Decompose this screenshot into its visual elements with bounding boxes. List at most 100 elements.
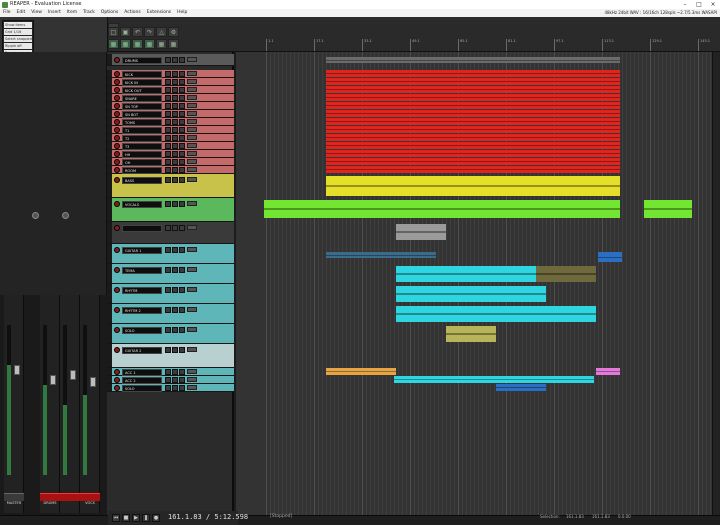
mute-button[interactable] xyxy=(165,306,171,313)
solo-button[interactable] xyxy=(172,126,178,133)
settings-gear-icon[interactable]: ⚙ xyxy=(168,27,179,37)
ripple-icon[interactable]: ▦ xyxy=(132,39,143,49)
open-icon[interactable]: □ xyxy=(108,27,119,37)
fader[interactable] xyxy=(90,377,96,387)
record-arm-button[interactable] xyxy=(114,326,120,333)
fx-button[interactable] xyxy=(179,118,185,125)
save-icon[interactable]: ▣ xyxy=(120,27,131,37)
record-arm-button[interactable] xyxy=(114,94,120,101)
track-row[interactable]: SOLO xyxy=(107,324,234,344)
track-row[interactable]: SN TOP xyxy=(107,102,234,110)
record-arm-button[interactable] xyxy=(114,150,120,157)
vertical-scrollbar[interactable] xyxy=(712,52,720,515)
timeline-ruler[interactable]: 1.1 17.1 33.1 49.1 65.1 81.1 97.1 113.1 129.1 145… xyxy=(236,36,720,52)
media-item[interactable] xyxy=(326,118,620,125)
media-item[interactable] xyxy=(326,110,620,117)
record-arm-button[interactable] xyxy=(114,78,120,85)
solo-button[interactable] xyxy=(172,56,178,63)
track-row[interactable]: T1 xyxy=(107,126,234,134)
mute-button[interactable] xyxy=(165,118,171,125)
stop-icon[interactable]: ■ xyxy=(122,514,130,522)
fader[interactable] xyxy=(50,375,56,385)
pause-icon[interactable]: ❚ xyxy=(142,514,150,522)
track-row[interactable]: KICK IN xyxy=(107,78,234,86)
media-item[interactable] xyxy=(496,384,546,391)
track-name[interactable]: SOLO xyxy=(122,384,162,392)
track-row[interactable]: VOCALS xyxy=(107,198,234,222)
record-arm-button[interactable] xyxy=(114,376,120,383)
mute-button[interactable] xyxy=(165,176,171,183)
volume-slider[interactable] xyxy=(187,118,197,124)
track-row[interactable]: T2 xyxy=(107,134,234,142)
track-row[interactable]: ACC 2 xyxy=(107,376,234,384)
mute-button[interactable] xyxy=(165,142,171,149)
track-row[interactable]: ROOM xyxy=(107,166,234,174)
mute-button[interactable] xyxy=(165,346,171,353)
track-name[interactable]: ACC 1 xyxy=(122,368,162,376)
fx-button[interactable] xyxy=(179,70,185,77)
solo-button[interactable] xyxy=(172,94,178,101)
volume-slider[interactable] xyxy=(187,70,197,76)
volume-slider[interactable] xyxy=(187,368,197,374)
fx-button[interactable] xyxy=(179,166,185,173)
fx-button[interactable] xyxy=(179,376,185,383)
volume-slider[interactable] xyxy=(187,110,197,116)
track-row[interactable]: BASS xyxy=(107,174,234,198)
mute-button[interactable] xyxy=(165,286,171,293)
track-row[interactable]: TEMA xyxy=(107,264,234,284)
track-name[interactable]: KICK OUT xyxy=(122,86,162,94)
record-arm-button[interactable] xyxy=(114,346,120,353)
track-row[interactable]: DRUMS xyxy=(107,54,234,66)
solo-button[interactable] xyxy=(172,368,178,375)
record-arm-button[interactable] xyxy=(114,110,120,117)
play-icon[interactable]: ▶ xyxy=(132,514,140,522)
media-item[interactable] xyxy=(446,326,496,342)
lock-icon[interactable]: ▦ xyxy=(144,39,155,49)
track-name[interactable]: KICK IN xyxy=(122,78,162,86)
track-name[interactable]: SNARE xyxy=(122,94,162,102)
media-item[interactable] xyxy=(326,166,620,173)
volume-slider[interactable] xyxy=(187,346,197,352)
menu-track[interactable]: Track xyxy=(80,9,98,17)
redo-icon[interactable]: ↷ xyxy=(144,27,155,37)
solo-button[interactable] xyxy=(172,286,178,293)
fx-button[interactable] xyxy=(179,306,185,313)
record-arm-button[interactable] xyxy=(114,56,120,63)
mute-button[interactable] xyxy=(165,94,171,101)
fx-button[interactable] xyxy=(179,266,185,273)
record-arm-button[interactable] xyxy=(114,368,120,375)
volume-slider[interactable] xyxy=(187,86,197,92)
media-item[interactable] xyxy=(326,57,620,63)
record-arm-button[interactable] xyxy=(114,200,120,207)
go-start-icon[interactable]: ⏮ xyxy=(112,514,120,522)
solo-button[interactable] xyxy=(172,134,178,141)
volume-slider[interactable] xyxy=(187,266,197,272)
record-arm-button[interactable] xyxy=(114,166,120,173)
mute-button[interactable] xyxy=(165,166,171,173)
track-row[interactable]: RHYTM xyxy=(107,284,234,304)
media-item[interactable] xyxy=(326,86,620,93)
media-item[interactable] xyxy=(326,102,620,109)
fx-button[interactable] xyxy=(179,110,185,117)
media-item[interactable] xyxy=(396,286,546,302)
menu-options[interactable]: Options xyxy=(98,9,121,17)
volume-slider[interactable] xyxy=(187,246,197,252)
fx-button[interactable] xyxy=(179,86,185,93)
solo-button[interactable] xyxy=(172,176,178,183)
volume-slider[interactable] xyxy=(187,326,197,332)
media-item[interactable] xyxy=(264,200,620,218)
track-name[interactable]: TOMS xyxy=(122,118,162,126)
solo-button[interactable] xyxy=(172,224,178,231)
record-arm-button[interactable] xyxy=(114,158,120,165)
undo-icon[interactable]: ↶ xyxy=(132,27,143,37)
menu-extensions[interactable]: Extensions xyxy=(144,9,174,17)
track-name[interactable]: GUITAR 1 xyxy=(122,246,162,254)
volume-slider[interactable] xyxy=(187,150,197,156)
mute-button[interactable] xyxy=(165,70,171,77)
track-row[interactable]: GUITAR 2 xyxy=(107,344,234,368)
volume-slider[interactable] xyxy=(187,286,197,292)
track-name[interactable]: DRUMS xyxy=(122,56,162,64)
mute-button[interactable] xyxy=(165,384,171,391)
fx-button[interactable] xyxy=(179,384,185,391)
crossfade-icon[interactable]: ▦ xyxy=(168,39,179,49)
